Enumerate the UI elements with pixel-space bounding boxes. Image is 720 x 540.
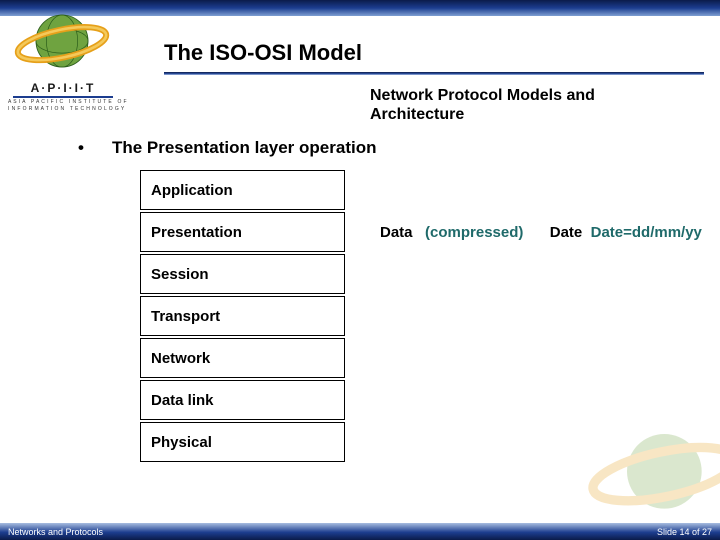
osi-layer-stack: Application Presentation Session Transpo… (140, 170, 345, 464)
annotation-data-label: Data (380, 224, 413, 241)
layer-network: Network (140, 338, 345, 378)
title-underline (164, 72, 704, 75)
layer-presentation: Presentation (140, 212, 345, 252)
watermark-globe-icon (560, 392, 720, 532)
layer-datalink: Data link (140, 380, 345, 420)
layer-application: Application (140, 170, 345, 210)
layer-session: Session (140, 254, 345, 294)
slide-title: The ISO-OSI Model (164, 40, 362, 66)
apiit-logo-block: A·P·I·I·T A S I A P A C I F I C I N S T … (8, 82, 118, 112)
bullet-text: The Presentation layer operation (112, 138, 377, 158)
bullet-dot-icon: • (78, 138, 84, 158)
layer-transport: Transport (140, 296, 345, 336)
annotation-compressed: (compressed) (425, 224, 523, 241)
annotation-date-value: Date=dd/mm/yy (591, 224, 702, 241)
bullet-row: • The Presentation layer operation (78, 138, 376, 158)
apiit-subtitle-line1: A S I A P A C I F I C I N S T I T U T E … (8, 100, 118, 105)
presentation-annotation: Data (compressed) Date Date=dd/mm/yy (380, 224, 702, 241)
annotation-date-label: Date (550, 224, 583, 241)
slide: The ISO-OSI Model A·P·I·I·T A S I A P A … (0, 0, 720, 540)
globe-logo-icon (6, 2, 118, 80)
footer-left: Networks and Protocols (8, 527, 103, 537)
apiit-underline (13, 96, 113, 98)
layer-physical: Physical (140, 422, 345, 462)
footer-band: Networks and Protocols Slide 14 of 27 (0, 523, 720, 540)
apiit-subtitle-line2: I N F O R M A T I O N T E C H N O L O G … (8, 107, 118, 112)
footer-right: Slide 14 of 27 (657, 527, 712, 537)
apiit-letters: A·P·I·I·T (8, 82, 118, 94)
slide-subtitle: Network Protocol Models and Architecture (370, 86, 650, 124)
